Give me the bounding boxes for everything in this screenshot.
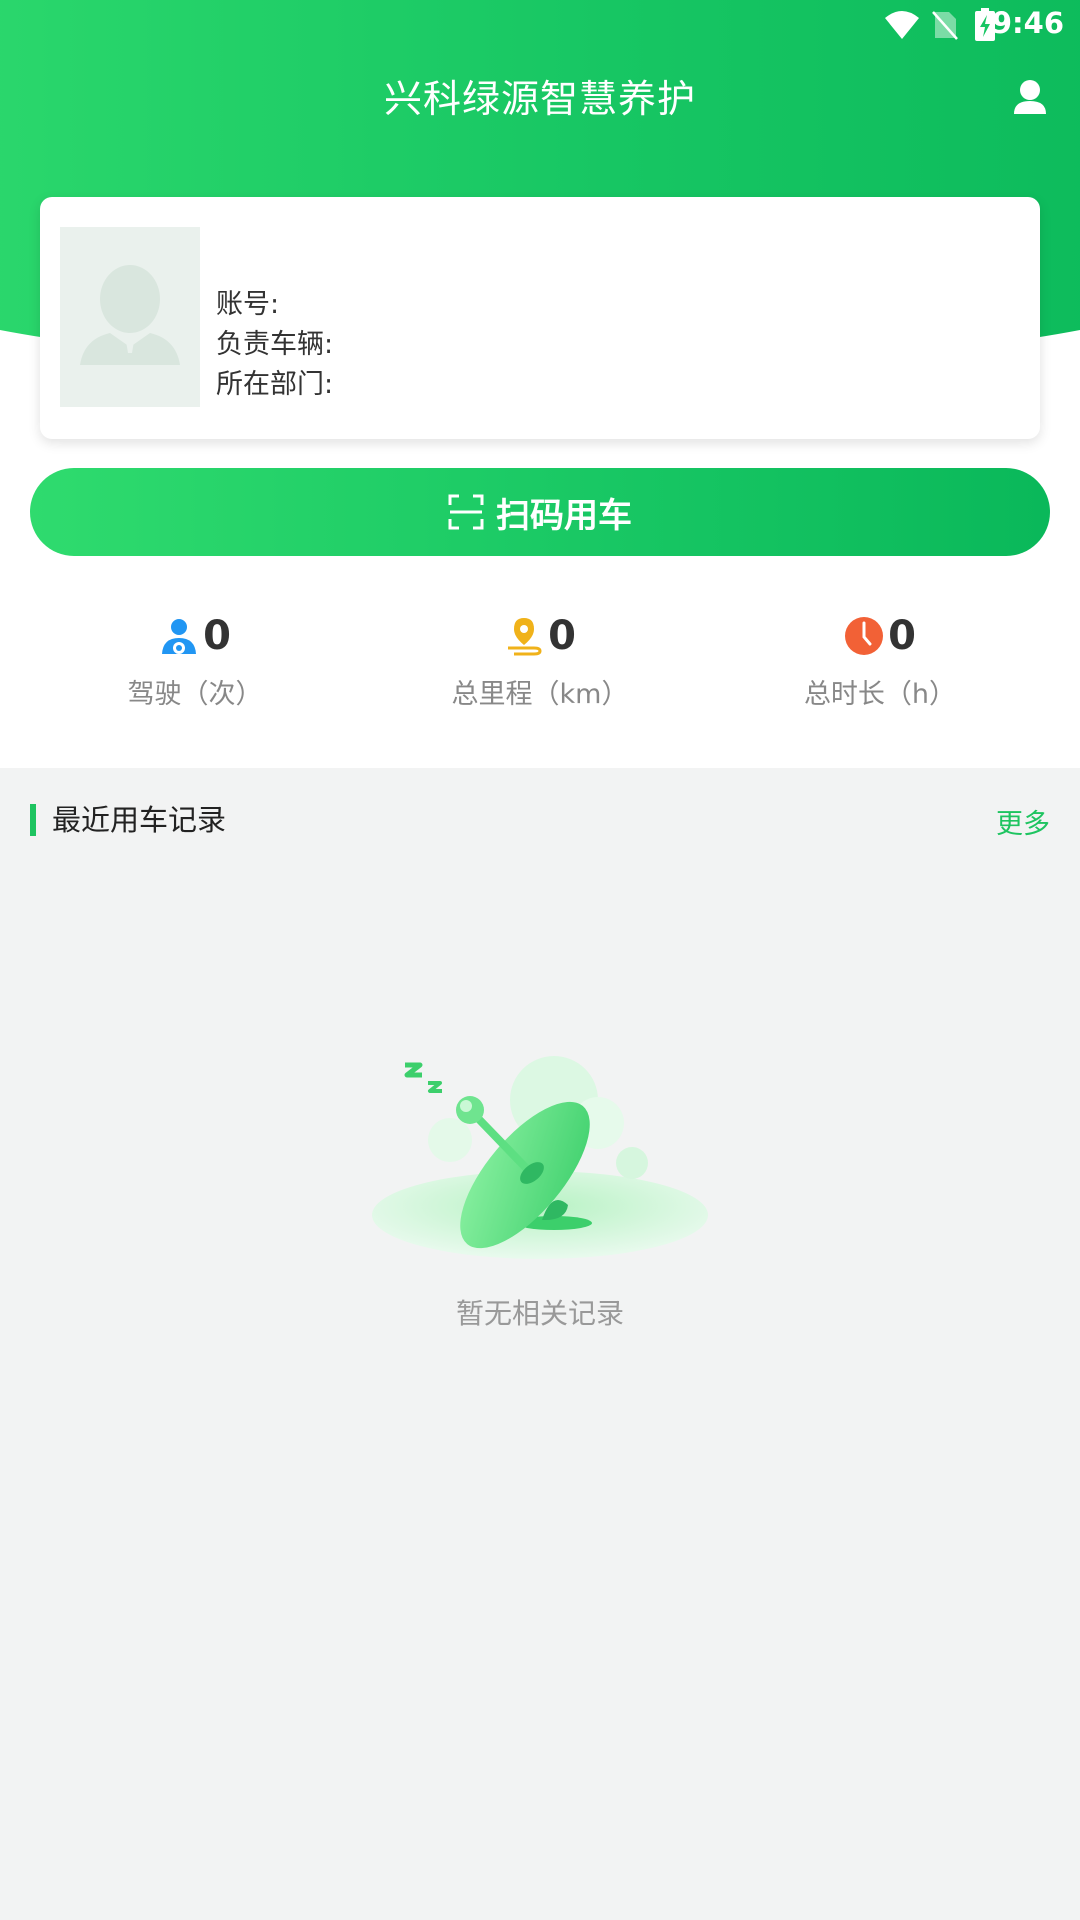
avatar-placeholder-icon bbox=[80, 265, 180, 365]
page-title: 兴科绿源智慧养护 bbox=[383, 77, 696, 121]
scan-button-label: 扫码用车 bbox=[496, 495, 632, 536]
stat-value: 0 bbox=[888, 613, 916, 659]
stat-value: 0 bbox=[203, 613, 231, 659]
no-sim-icon bbox=[932, 11, 958, 40]
avatar bbox=[60, 227, 200, 407]
stat-drive-count: 0 驾驶（次） bbox=[25, 612, 365, 711]
department-label: 所在部门: bbox=[216, 369, 334, 400]
scan-icon bbox=[448, 494, 484, 530]
stat-value: 0 bbox=[548, 613, 576, 659]
driver-icon bbox=[162, 619, 197, 654]
user-profile-button[interactable] bbox=[1000, 70, 1060, 130]
location-pin-icon bbox=[508, 618, 542, 656]
scan-to-use-car-button[interactable]: 扫码用车 bbox=[30, 468, 1050, 556]
account-label: 账号: bbox=[216, 289, 280, 320]
profile-info: 账号: 负责车辆: 所在部门: bbox=[216, 285, 333, 405]
top-panel: 9:46 兴科绿源智慧养护 账号: 负责车辆: 所在部门: 扫码用车 0 驾驶（… bbox=[0, 0, 1080, 768]
wifi-icon bbox=[885, 11, 919, 39]
empty-state-text: 暂无相关记录 bbox=[455, 1297, 624, 1330]
profile-card: 账号: 负责车辆: 所在部门: bbox=[40, 197, 1040, 439]
stat-total-duration: 0 总时长（h） bbox=[710, 612, 1050, 711]
stat-label: 驾驶（次） bbox=[127, 679, 263, 710]
home-screen: 9:46 兴科绿源智慧养护 账号: 负责车辆: 所在部门: 扫码用车 0 驾驶（… bbox=[0, 0, 1080, 1920]
clock-icon bbox=[845, 617, 884, 655]
empty-satellite-dish-illustration bbox=[372, 1056, 708, 1259]
more-link[interactable]: 更多 bbox=[996, 802, 1050, 841]
status-time: 9:46 bbox=[991, 6, 1064, 40]
vehicle-label: 负责车辆: bbox=[216, 329, 334, 360]
stat-label: 总时长（h） bbox=[803, 679, 957, 710]
stat-label: 总里程（km） bbox=[451, 679, 629, 710]
status-bar: 9:46 bbox=[0, 0, 1080, 50]
recent-records-title: 最近用车记录 bbox=[30, 804, 226, 836]
user-icon bbox=[1014, 80, 1046, 114]
stat-total-mileage: 0 总里程（km） bbox=[370, 612, 710, 711]
